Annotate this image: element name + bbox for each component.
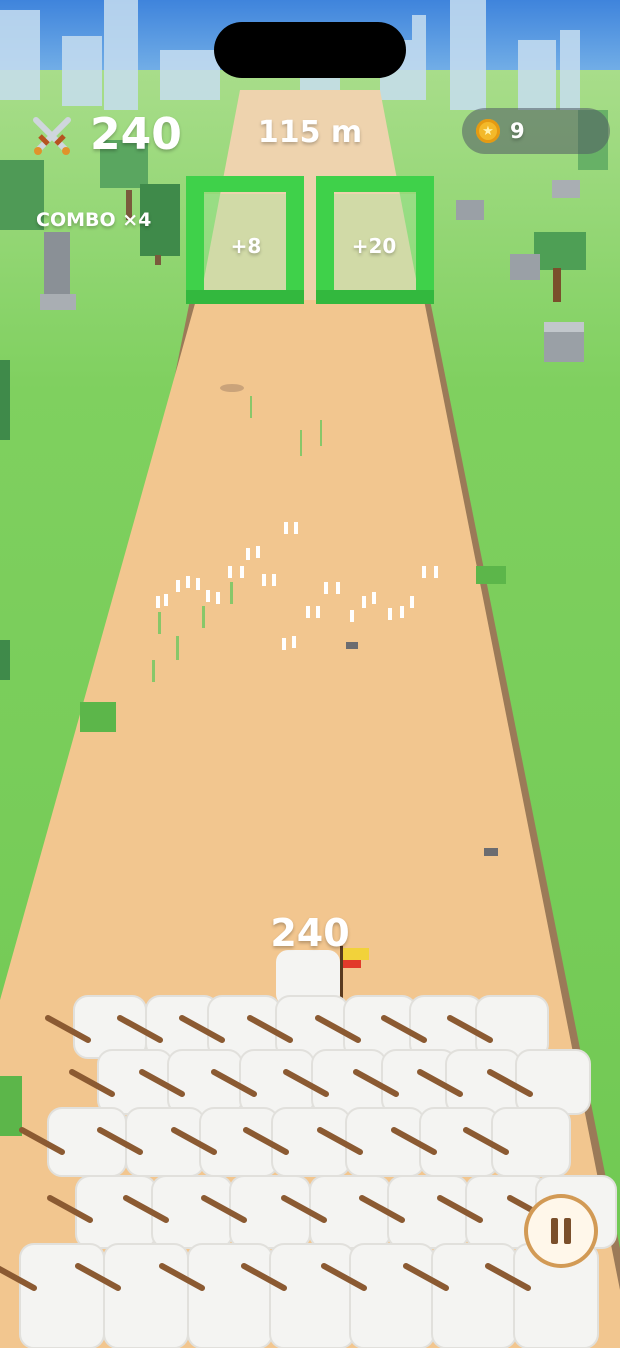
track-patch: [0, 1076, 22, 1136]
coin-counter: ★ 9: [462, 108, 610, 154]
soldier: [387, 1175, 469, 1249]
soldier: [269, 1243, 355, 1348]
combo-indicator: COMBO ×4: [36, 209, 152, 231]
soldier: [75, 1175, 157, 1249]
soldier: [475, 995, 549, 1059]
star-coin-icon: ★: [476, 119, 500, 143]
soldier: [381, 1049, 457, 1115]
soldier: [47, 1107, 127, 1177]
pause-button[interactable]: [524, 1194, 598, 1268]
soldier: [431, 1243, 517, 1348]
soldier: [515, 1049, 591, 1115]
debris: [220, 384, 244, 392]
soldier: [491, 1107, 571, 1177]
debris: [484, 848, 498, 856]
track-patch: [476, 566, 506, 584]
soldier: [151, 1175, 233, 1249]
camera-notch: [214, 22, 406, 78]
gate-left-bonus: +8: [230, 234, 262, 258]
soldier: [309, 1175, 391, 1249]
pause-icon: [551, 1218, 558, 1244]
player-army-grid: [0, 995, 617, 1348]
track-patch: [80, 702, 116, 732]
pause-icon: [564, 1218, 571, 1244]
soldier: [103, 1243, 189, 1348]
soldier: [187, 1243, 273, 1348]
soldier: [349, 1243, 435, 1348]
army-count-label: 240: [270, 911, 350, 955]
debris: [346, 642, 358, 649]
soldier: [229, 1175, 311, 1249]
soldier: [19, 1243, 105, 1348]
coin-count: 9: [510, 119, 525, 143]
gate-right-bonus: +20: [351, 234, 397, 258]
game-scene: [0, 0, 620, 1348]
